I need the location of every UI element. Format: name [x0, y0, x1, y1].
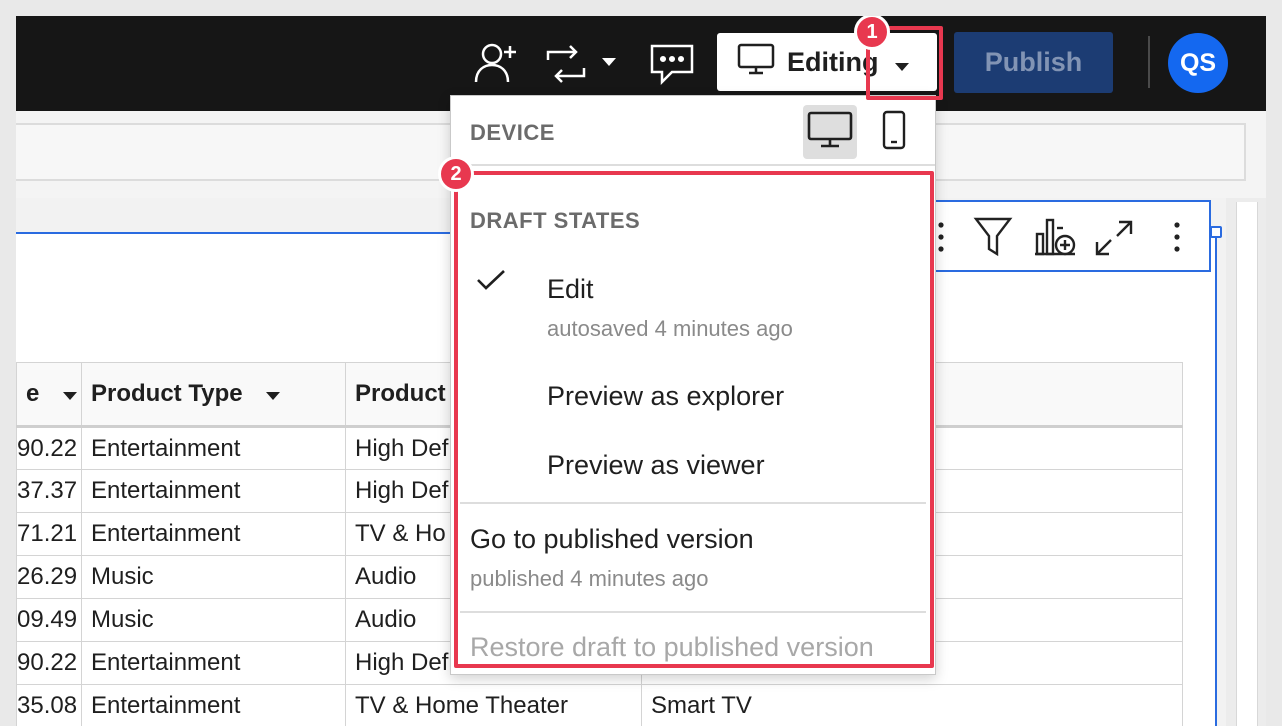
table-cell: 37.37 [16, 469, 82, 513]
table-cell: 90.22 [16, 426, 82, 470]
table-row[interactable]: 35.08 Entertainment TV & Home Theater Smart… [16, 684, 1183, 726]
column-menu-icon[interactable] [62, 380, 78, 408]
editing-label: Editing [787, 46, 879, 77]
column-header-label: Product Type [91, 379, 243, 407]
swap-icon[interactable] [542, 42, 590, 86]
table-cell: Music [81, 598, 346, 642]
column-header-label: e [26, 379, 40, 407]
table-cell: Entertainment [81, 426, 346, 470]
more-vertical-icon[interactable] [1173, 220, 1181, 259]
column-header-label: Product [355, 380, 446, 407]
table-cell: 26.29 [16, 555, 82, 599]
table-cell: Entertainment [81, 684, 346, 726]
device-title: DEVICE [470, 120, 555, 145]
more-vertical-icon[interactable] [937, 220, 945, 259]
table-cell: Music [81, 555, 346, 599]
highlight-box-2 [454, 171, 934, 668]
table-cell: Entertainment [81, 512, 346, 556]
table-cell: Entertainment [81, 641, 346, 685]
publish-button[interactable]: Publish [954, 32, 1113, 93]
canvas-scrollbar[interactable] [1226, 198, 1266, 726]
add-chart-icon[interactable] [1031, 216, 1077, 263]
mobile-device-button[interactable] [867, 105, 921, 159]
table-cell: 35.08 [16, 684, 82, 726]
chevron-down-icon[interactable] [600, 56, 618, 68]
element-toolbar [921, 200, 1211, 272]
column-menu-icon[interactable] [265, 380, 281, 408]
app-window: Editing Publish QS e Product Type Produc… [16, 16, 1266, 726]
filter-icon[interactable] [973, 216, 1013, 263]
add-user-icon[interactable] [472, 38, 520, 86]
mobile-phone-icon [882, 110, 906, 155]
table-cell: 09.49 [16, 598, 82, 642]
column-header-price[interactable]: e [16, 362, 82, 428]
column-header-product-type[interactable]: Product Type [81, 362, 346, 428]
table-cell: 71.21 [16, 512, 82, 556]
annotation-badge-2: 2 [438, 156, 474, 192]
desktop-icon [807, 111, 853, 154]
user-avatar[interactable]: QS [1168, 33, 1228, 93]
table-cell: 90.22 [16, 641, 82, 685]
expand-icon[interactable] [1093, 218, 1135, 263]
desktop-icon [737, 43, 775, 82]
comment-icon[interactable] [648, 42, 696, 86]
device-section: DEVICE [451, 96, 935, 166]
table-cell: TV & Home Theater [345, 684, 642, 726]
toolbar-divider [1148, 36, 1150, 88]
table-cell: Smart TV [641, 684, 1183, 726]
resize-handle[interactable] [1210, 226, 1222, 238]
table-cell: Entertainment [81, 469, 346, 513]
desktop-device-button[interactable] [803, 105, 857, 159]
